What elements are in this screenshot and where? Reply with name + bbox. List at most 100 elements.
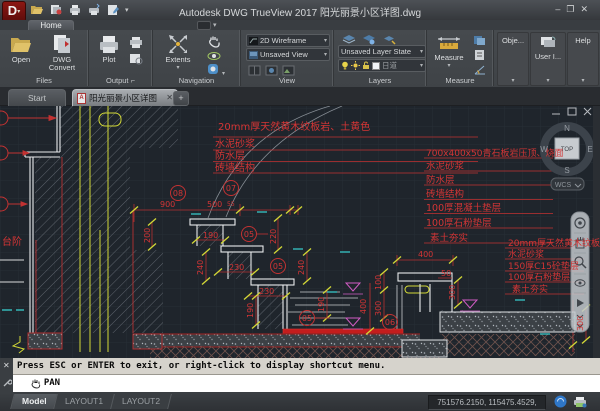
svg-text:400: 400 bbox=[359, 299, 368, 314]
svg-text:05: 05 bbox=[302, 314, 312, 323]
svg-text:05: 05 bbox=[244, 230, 254, 239]
extents-button[interactable]: Extents▾ bbox=[159, 33, 197, 72]
workspace-icon bbox=[197, 21, 211, 30]
annotation-monitor-icon[interactable] bbox=[554, 395, 567, 408]
svg-text:55: 55 bbox=[227, 201, 235, 208]
note-b3-1: 20mm厚天然黄木纹板岩 bbox=[508, 237, 600, 249]
file-tab-bar: Start A 阳光丽景小区详图 ✕ + bbox=[0, 87, 600, 106]
close-button[interactable]: ✕ bbox=[580, 4, 594, 14]
tab-layout1[interactable]: LAYOUT1 bbox=[53, 394, 115, 409]
layer-lock-icon[interactable] bbox=[362, 61, 370, 70]
svg-text:06: 06 bbox=[385, 318, 395, 327]
panel-measure: Measure▾ Measure bbox=[427, 30, 494, 86]
tab-start[interactable]: Start bbox=[8, 89, 66, 106]
svg-text:100: 100 bbox=[374, 275, 383, 290]
svg-text:300: 300 bbox=[448, 285, 457, 300]
viewcube-s[interactable]: S bbox=[564, 166, 569, 175]
panel-user-interface-collapsed[interactable]: User I... ▾ bbox=[530, 32, 566, 86]
panel-help-caret-icon[interactable]: ▾ bbox=[568, 77, 598, 84]
note-b2-4: 砖墙结构 bbox=[426, 188, 464, 200]
panel-dialog-launcher-icon[interactable]: ⌐ bbox=[131, 76, 135, 85]
svg-text:300: 300 bbox=[374, 301, 383, 316]
note-b1-4: 砖墙结构 bbox=[215, 161, 255, 174]
panel-user-caret-icon[interactable]: ▾ bbox=[531, 77, 565, 84]
svg-text:300: 300 bbox=[576, 316, 585, 331]
layer-combo[interactable]: 日道▾ bbox=[338, 59, 426, 72]
tab-model[interactable]: Model bbox=[10, 394, 58, 409]
note-b3-3: 150厚C15砼垫层 bbox=[508, 260, 579, 272]
viewcube-n[interactable]: N bbox=[564, 124, 570, 133]
layer-on-icon[interactable] bbox=[341, 61, 349, 70]
open-icon bbox=[9, 33, 33, 55]
note-b3-4: 100厚石粉垫层 bbox=[508, 271, 570, 283]
tab-drawing[interactable]: A 阳光丽景小区详图 ✕ bbox=[72, 89, 178, 106]
panel-objects-collapsed[interactable]: Obje... ▾ bbox=[497, 32, 529, 86]
app-window: N W E S TOP WCS bbox=[0, 0, 600, 411]
plot-button[interactable]: Plot bbox=[94, 33, 124, 64]
preview-icon[interactable] bbox=[129, 52, 144, 70]
status-bar: Model LAYOUT1 LAYOUT2 751576.2150, 11547… bbox=[0, 392, 600, 411]
plot-status-icon[interactable] bbox=[573, 395, 588, 408]
note-steps: 台阶 bbox=[2, 235, 22, 248]
user-interface-icon bbox=[539, 35, 557, 49]
plot-icon bbox=[97, 33, 121, 55]
panel-view-label: View bbox=[241, 76, 333, 85]
ribbon-mini-toolbar[interactable]: ▾ bbox=[197, 21, 223, 29]
dwg-convert-icon bbox=[51, 33, 73, 55]
note-b2-3: 防水层 bbox=[426, 174, 455, 186]
command-prompt-message: Press ESC or ENTER to exit, or right-cli… bbox=[13, 358, 600, 375]
svg-text:230: 230 bbox=[259, 287, 274, 296]
pan-command-icon bbox=[30, 378, 42, 389]
svg-text:240: 240 bbox=[196, 260, 205, 275]
visual-style-icon bbox=[249, 37, 258, 45]
named-view-combo[interactable]: Unsaved View▾ bbox=[246, 48, 330, 61]
canvas-scrollbar[interactable] bbox=[593, 105, 600, 358]
svg-text:07: 07 bbox=[226, 184, 236, 193]
note-b1-2: 水泥砂浆 bbox=[215, 137, 255, 150]
note-b2-1: 700x400x50青石板岩压顶、烧面 bbox=[426, 147, 563, 159]
panel-measure-label: Measure bbox=[427, 76, 493, 85]
minimize-button[interactable]: – bbox=[555, 4, 566, 14]
customize-wrench-icon[interactable] bbox=[2, 378, 12, 388]
svg-text:400: 400 bbox=[418, 250, 433, 259]
panel-help-collapsed[interactable]: Help ▾ bbox=[567, 32, 599, 86]
svg-text:200: 200 bbox=[143, 228, 152, 243]
command-side-column: ✕ bbox=[0, 358, 14, 392]
svg-text:220: 220 bbox=[269, 229, 278, 244]
layer-color-swatch[interactable] bbox=[372, 62, 380, 70]
viewcube-e[interactable]: E bbox=[587, 145, 592, 154]
panel-files: Open DWGConvert Files bbox=[0, 30, 89, 86]
panel-help-label: Help bbox=[568, 36, 598, 45]
svg-text:05: 05 bbox=[273, 262, 283, 271]
steering-wheel-hub-icon bbox=[578, 221, 582, 225]
layer-freeze-icon[interactable] bbox=[351, 61, 360, 70]
svg-text:50: 50 bbox=[441, 269, 451, 278]
svg-text:500: 500 bbox=[207, 200, 222, 209]
panel-navigation: Extents▾ ▾ Navigation bbox=[153, 30, 241, 86]
ribbon-tab-row: Home ▾ bbox=[0, 20, 600, 30]
extents-icon bbox=[167, 33, 189, 55]
note-b2-6: 100厚石粉垫层 bbox=[426, 217, 492, 229]
svg-text:190: 190 bbox=[317, 297, 326, 312]
tab-layout2[interactable]: LAYOUT2 bbox=[110, 394, 172, 409]
maximize-button[interactable]: ❐ bbox=[566, 4, 580, 14]
measure-button[interactable]: Measure▾ bbox=[430, 33, 468, 70]
panel-objects-caret-icon[interactable]: ▾ bbox=[498, 77, 528, 84]
new-drawing-tab-button[interactable]: + bbox=[173, 91, 189, 106]
note-b2-2: 水泥砂浆 bbox=[426, 160, 465, 172]
command-close-icon[interactable]: ✕ bbox=[3, 361, 10, 370]
command-input-line[interactable]: - PAN bbox=[13, 375, 600, 392]
open-button[interactable]: Open bbox=[6, 33, 36, 64]
panel-layers-label: Layers bbox=[334, 76, 426, 85]
navigation-bar[interactable] bbox=[571, 212, 589, 332]
svg-text:230: 230 bbox=[229, 263, 244, 272]
panel-layers: Unsaved Layer State▾ 日道▾ Layers bbox=[334, 30, 427, 86]
dwg-convert-button[interactable]: DWGConvert bbox=[42, 33, 82, 72]
svg-text:190: 190 bbox=[246, 303, 255, 318]
wcs-label: WCS bbox=[555, 182, 572, 189]
dwg-file-icon: A bbox=[77, 93, 86, 104]
tab-close-icon[interactable]: ✕ bbox=[166, 90, 173, 106]
visual-style-combo[interactable]: 2D Wireframe▾ bbox=[246, 34, 330, 47]
svg-text:240: 240 bbox=[297, 260, 306, 275]
layer-state-combo[interactable]: Unsaved Layer State▾ bbox=[338, 45, 426, 58]
